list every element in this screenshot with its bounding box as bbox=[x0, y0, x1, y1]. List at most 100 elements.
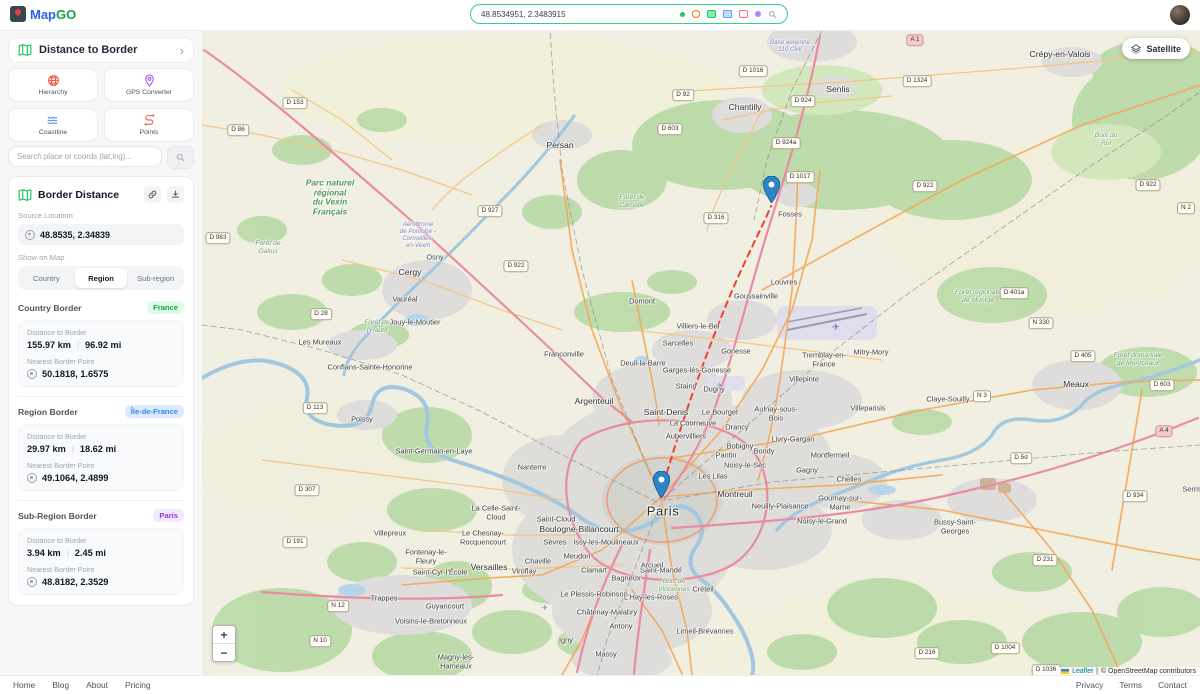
place-search-input[interactable] bbox=[8, 146, 162, 167]
theme-park-area bbox=[998, 483, 1011, 493]
layers-icon bbox=[1131, 44, 1141, 54]
waves-icon bbox=[47, 114, 60, 127]
map-canvas[interactable]: ✈ ✈ ✈ ✈ bbox=[202, 30, 1200, 676]
region-border-section: Region Border Île-de-France Distance to … bbox=[18, 396, 184, 491]
sidebar-search-row bbox=[8, 146, 194, 169]
top-header: MapGO 48.8534951, 2.3483915 bbox=[0, 0, 1200, 31]
zoom-control: + − bbox=[212, 625, 236, 662]
app-logo[interactable]: MapGO bbox=[10, 6, 76, 22]
tool-label: Coastline bbox=[39, 129, 67, 136]
layers-chip-icon[interactable] bbox=[707, 10, 716, 18]
search-button[interactable] bbox=[167, 146, 194, 169]
distance-km: 3.94 km bbox=[27, 548, 61, 558]
header-search-bar[interactable]: 48.8534951, 2.3483915 bbox=[470, 4, 788, 24]
border-distance-panel: Border Distance Source Location 48.8535,… bbox=[8, 176, 194, 606]
tool-points[interactable]: Points bbox=[104, 108, 194, 142]
tool-label: Hierarchy bbox=[38, 89, 67, 96]
grid-icon[interactable] bbox=[723, 10, 732, 18]
attribution-separator: | bbox=[1096, 668, 1098, 675]
zoom-in-button[interactable]: + bbox=[213, 626, 235, 643]
route-icon bbox=[143, 114, 156, 127]
tool-label: Points bbox=[140, 129, 159, 136]
zoom-out-button[interactable]: − bbox=[213, 643, 235, 661]
logo-map-pin-icon bbox=[10, 6, 26, 22]
pipe-separator: | bbox=[77, 341, 79, 350]
leaflet-link[interactable]: Leaflet bbox=[1072, 668, 1093, 675]
tool-gps-converter[interactable]: GPS Converter bbox=[104, 68, 194, 102]
footer-link-home[interactable]: Home bbox=[13, 680, 35, 690]
basemap: ✈ ✈ ✈ ✈ bbox=[202, 30, 1200, 676]
show-on-map-label: Show on Map bbox=[18, 253, 184, 262]
chevron-right-icon[interactable]: › bbox=[180, 44, 184, 57]
location-icon bbox=[27, 473, 37, 483]
map-icon bbox=[18, 188, 32, 202]
distance-to-border-header[interactable]: Distance to Border › bbox=[8, 37, 194, 63]
logo-text-map: Map bbox=[30, 7, 56, 22]
link-icon bbox=[148, 190, 157, 199]
nearest-point-value: 50.1818, 1.6575 bbox=[42, 369, 108, 379]
sub-region-metrics-card: Distance to Border 3.94 km | 2.45 mi Nea… bbox=[18, 528, 184, 595]
tab-region[interactable]: Region bbox=[75, 268, 128, 288]
region-metrics-card: Distance to Border 29.97 km | 18.62 mi N… bbox=[18, 424, 184, 491]
download-button[interactable] bbox=[167, 186, 184, 203]
distance-label: Distance to Border bbox=[27, 536, 175, 545]
header-search-value[interactable]: 48.8534951, 2.3483915 bbox=[481, 10, 673, 19]
logo-text-go: GO bbox=[56, 7, 76, 22]
copy-link-button[interactable] bbox=[144, 186, 161, 203]
country-border-section: Country Border France Distance to Border… bbox=[18, 299, 184, 387]
location-icon bbox=[25, 230, 35, 240]
distance-label: Distance to Border bbox=[27, 328, 175, 337]
nearest-region-border-marker[interactable] bbox=[763, 176, 780, 208]
source-location-value: 48.8535, 2.34839 bbox=[40, 230, 110, 240]
tool-coastline[interactable]: Coastline bbox=[8, 108, 98, 142]
location-icon bbox=[27, 369, 37, 379]
footer-link-blog[interactable]: Blog bbox=[52, 680, 69, 690]
nearest-point-value: 48.8182, 2.3529 bbox=[42, 577, 108, 587]
pipe-separator: | bbox=[67, 549, 69, 558]
status-dot-icon bbox=[680, 12, 685, 17]
map-pin-icon bbox=[143, 74, 156, 87]
source-location-label: Source Location bbox=[18, 211, 184, 220]
satellite-label: Satellite bbox=[1146, 44, 1181, 54]
footer-link-pricing[interactable]: Pricing bbox=[125, 680, 151, 690]
sub-region-badge: Paris bbox=[153, 509, 184, 522]
distance-km: 29.97 km bbox=[27, 444, 66, 454]
border-distance-title: Border Distance bbox=[38, 189, 138, 201]
footer-link-about[interactable]: About bbox=[86, 680, 108, 690]
search-icon[interactable] bbox=[768, 10, 777, 19]
region-badge: Île-de-France bbox=[125, 405, 184, 418]
route-mini-icon[interactable] bbox=[739, 10, 748, 18]
tab-country[interactable]: Country bbox=[20, 268, 73, 288]
distance-mi: 18.62 mi bbox=[80, 444, 116, 454]
tool-hierarchy[interactable]: Hierarchy bbox=[8, 68, 98, 102]
nearest-label: Nearest Border Point bbox=[27, 461, 175, 470]
distance-mi: 2.45 mi bbox=[75, 548, 106, 558]
footer-link-contact[interactable]: Contact bbox=[1158, 680, 1187, 690]
section-title: Country Border bbox=[18, 303, 82, 313]
tools-grid: Hierarchy GPS Converter Coastline Points bbox=[8, 68, 194, 142]
marker-mini-icon[interactable] bbox=[755, 11, 761, 17]
footer-link-terms[interactable]: Terms bbox=[1119, 680, 1142, 690]
nearest-point-value: 49.1064, 2.4899 bbox=[42, 473, 108, 483]
panel-title: Distance to Border bbox=[39, 44, 173, 56]
location-icon bbox=[27, 577, 37, 587]
airplane-icon: ✈ bbox=[542, 605, 548, 612]
ukraine-flag-icon bbox=[1061, 669, 1069, 674]
section-title: Sub-Region Border bbox=[18, 511, 97, 521]
app-window: MapGO 48.8534951, 2.3483915 Distance to … bbox=[0, 0, 1200, 694]
tab-sub-region[interactable]: Sub-region bbox=[129, 268, 182, 288]
satellite-toggle-button[interactable]: Satellite bbox=[1122, 38, 1190, 59]
footer-link-privacy[interactable]: Privacy bbox=[1076, 680, 1103, 690]
pipe-separator: | bbox=[72, 445, 74, 454]
sub-region-border-section: Sub-Region Border Paris Distance to Bord… bbox=[18, 500, 184, 595]
target-icon[interactable] bbox=[692, 10, 700, 18]
distance-mi: 96.92 mi bbox=[85, 340, 121, 350]
map-icon bbox=[18, 43, 32, 57]
distance-label: Distance to Border bbox=[27, 432, 175, 441]
user-avatar[interactable] bbox=[1170, 5, 1190, 25]
footer: Home Blog About Pricing Privacy Terms Co… bbox=[0, 675, 1200, 694]
source-location-field[interactable]: 48.8535, 2.34839 bbox=[18, 224, 184, 245]
globe-icon bbox=[47, 74, 60, 87]
distance-km: 155.97 km bbox=[27, 340, 71, 350]
source-location-marker[interactable] bbox=[653, 471, 670, 503]
